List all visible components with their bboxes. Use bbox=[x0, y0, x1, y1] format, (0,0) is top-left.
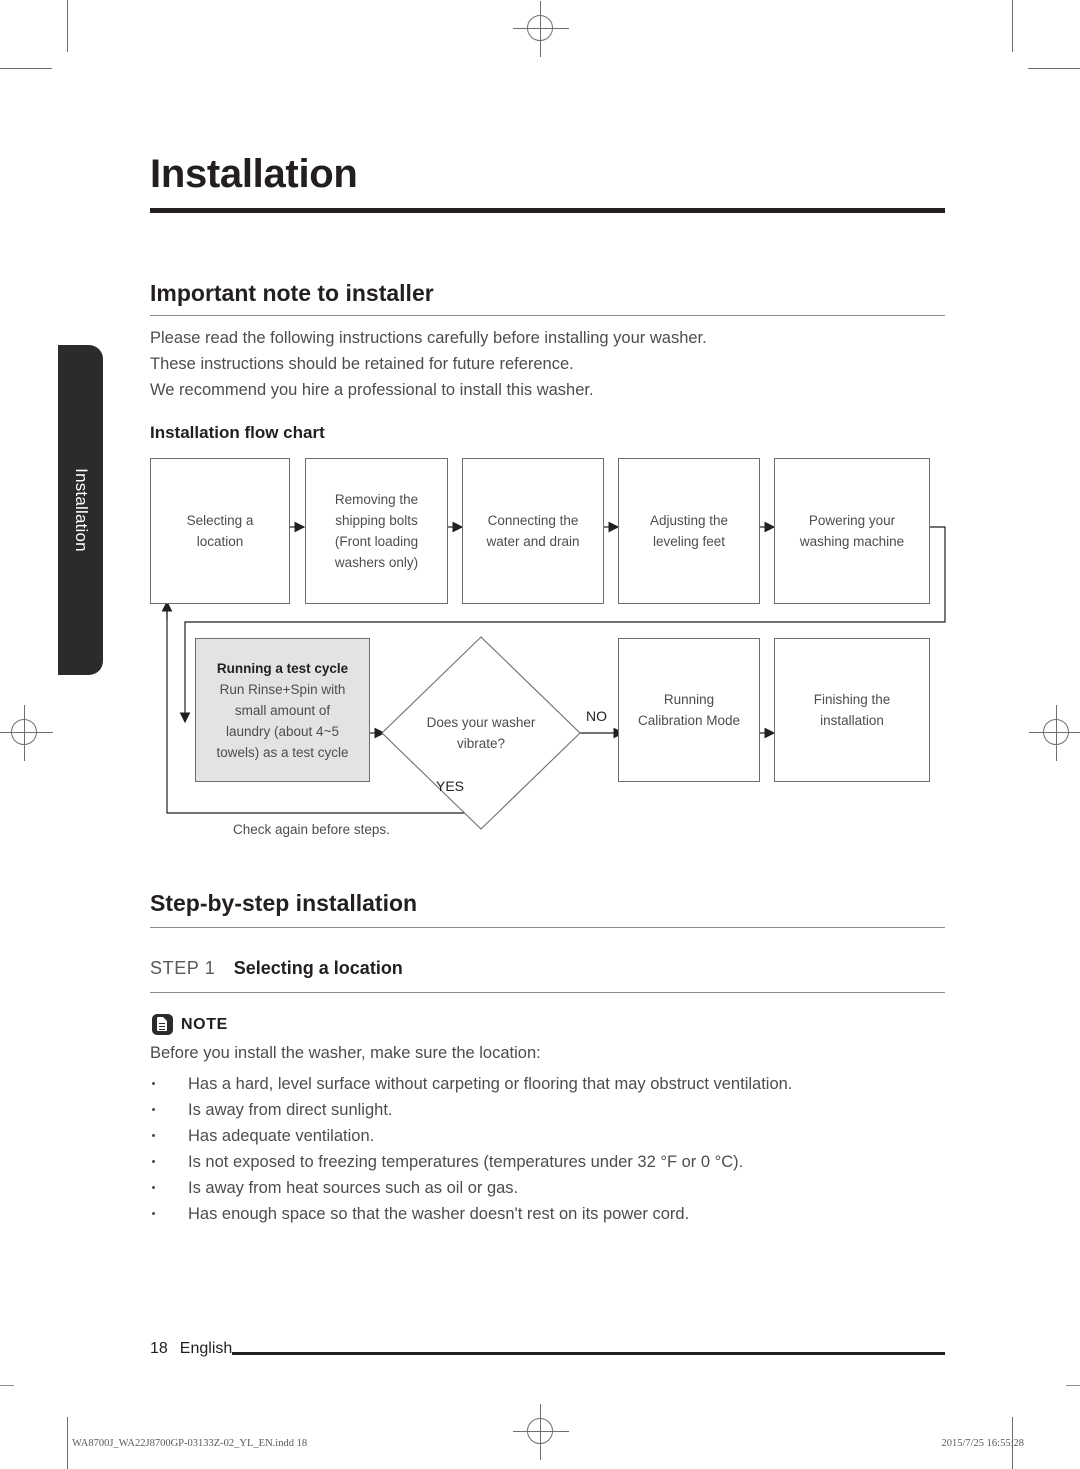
list-item: Is not exposed to freezing temperatures … bbox=[150, 1149, 950, 1175]
flow-box-running-test-cycle-body: Run Rinse+Spin with small amount of laun… bbox=[216, 681, 349, 760]
flow-box-removing-shipping-bolts: Removing the shipping bolts (Front loadi… bbox=[305, 458, 448, 604]
flow-box-running-calibration-mode-label: Running Calibration Mode bbox=[637, 692, 741, 728]
folio-page-number: 18 bbox=[150, 1340, 168, 1357]
flow-box-running-test-cycle: Running a test cycle Run Rinse+Spin with… bbox=[195, 638, 370, 782]
list-item-text: Is not exposed to freezing temperatures … bbox=[188, 1153, 744, 1171]
note-intro-text: Before you install the washer, make sure… bbox=[150, 1044, 541, 1062]
important-note-line-2: These instructions should be retained fo… bbox=[150, 355, 574, 373]
flow-box-connecting-water-drain-label: Connecting the water and drain bbox=[486, 513, 580, 549]
list-item-text: Has a hard, level surface without carpet… bbox=[188, 1075, 793, 1093]
flow-box-running-test-cycle-title: Running a test cycle bbox=[216, 660, 349, 676]
crop-mark-top-left-vertical bbox=[67, 0, 68, 52]
flow-box-adjusting-leveling-feet-label: Adjusting the leveling feet bbox=[649, 513, 729, 549]
flow-decision-label: Does your washer vibrate? bbox=[426, 715, 536, 751]
flow-box-powering-washing-machine-label: Powering your washing machine bbox=[799, 513, 905, 549]
page-folio: 18 English bbox=[150, 1340, 232, 1358]
crop-mark-top-right-vertical bbox=[1012, 0, 1013, 52]
list-item: Has enough space so that the washer does… bbox=[150, 1201, 950, 1227]
important-note-heading: Important note to installer bbox=[150, 280, 434, 306]
flow-box-running-calibration-mode: Running Calibration Mode bbox=[618, 638, 760, 782]
step-title: Selecting a location bbox=[233, 958, 403, 978]
flow-box-finishing-installation: Finishing the installation bbox=[774, 638, 930, 782]
imprint-timestamp: 2015/7/25 16:55:28 bbox=[941, 1438, 1024, 1449]
flow-box-finishing-installation-label: Finishing the installation bbox=[813, 692, 891, 728]
list-item-text: Has adequate ventilation. bbox=[188, 1127, 375, 1145]
important-note-line-3: We recommend you hire a professional to … bbox=[150, 381, 594, 399]
flow-decision-does-washer-vibrate: Does your washer vibrate? bbox=[380, 635, 582, 831]
list-item: Has adequate ventilation. bbox=[150, 1123, 950, 1149]
step-header-rule bbox=[150, 992, 945, 993]
note-header: NOTE bbox=[152, 1014, 228, 1035]
side-index-tab-label: Installation bbox=[71, 468, 91, 552]
registration-mark-right bbox=[1029, 705, 1080, 761]
list-item-text: Has enough space so that the washer does… bbox=[188, 1205, 690, 1223]
note-title: NOTE bbox=[181, 1015, 228, 1033]
flow-box-selecting-location-label: Selecting a location bbox=[186, 513, 254, 549]
flow-box-selecting-location: Selecting a location bbox=[150, 458, 290, 604]
step-number-label: STEP 1 bbox=[150, 958, 216, 978]
registration-mark-left bbox=[0, 705, 53, 761]
side-index-tab: Installation bbox=[58, 345, 103, 675]
flow-branch-label-yes: YES bbox=[436, 778, 465, 794]
crop-mark-top-right-horizontal bbox=[1028, 68, 1080, 69]
registration-mark-top bbox=[513, 1, 569, 57]
step-header: STEP 1 Selecting a location bbox=[150, 958, 403, 979]
list-item: Has a hard, level surface without carpet… bbox=[150, 1071, 950, 1097]
important-note-heading-rule bbox=[150, 315, 945, 316]
flow-box-adjusting-leveling-feet: Adjusting the leveling feet bbox=[618, 458, 760, 604]
note-document-icon bbox=[152, 1014, 173, 1035]
registration-mark-bottom bbox=[513, 1404, 569, 1460]
crop-mark-bottom-left-vertical bbox=[67, 1417, 68, 1469]
location-requirements-list: Has a hard, level surface without carpet… bbox=[150, 1071, 950, 1227]
list-item: Is away from direct sunlight. bbox=[150, 1097, 950, 1123]
important-note-line-1: Please read the following instructions c… bbox=[150, 329, 707, 347]
flow-chart-heading: Installation flow chart bbox=[150, 423, 325, 442]
step-by-step-heading-rule bbox=[150, 927, 945, 928]
installation-flow-chart: Selecting a location Removing the shippi… bbox=[140, 450, 960, 837]
folio-language: English bbox=[179, 1340, 233, 1357]
edge-mark-right bbox=[1066, 1385, 1080, 1386]
list-item-text: Is away from heat sources such as oil or… bbox=[188, 1179, 519, 1197]
imprint-filename: WA8700J_WA22J8700GP-03133Z-02_YL_EN.indd… bbox=[72, 1438, 308, 1449]
folio-rule bbox=[232, 1352, 945, 1355]
list-item-text: Is away from direct sunlight. bbox=[188, 1101, 393, 1119]
step-by-step-heading: Step-by-step installation bbox=[150, 890, 418, 916]
flow-box-removing-shipping-bolts-label: Removing the shipping bolts (Front loadi… bbox=[334, 492, 419, 570]
page-title: Installation bbox=[150, 152, 358, 196]
crop-mark-top-left-horizontal bbox=[0, 68, 52, 69]
edge-mark-left bbox=[0, 1385, 14, 1386]
flow-box-powering-washing-machine: Powering your washing machine bbox=[774, 458, 930, 604]
list-item: Is away from heat sources such as oil or… bbox=[150, 1175, 950, 1201]
page-title-rule bbox=[150, 208, 945, 213]
flow-box-connecting-water-drain: Connecting the water and drain bbox=[462, 458, 604, 604]
flow-branch-label-no: NO bbox=[586, 708, 607, 724]
flow-chart-caption: Check again before steps. bbox=[233, 822, 390, 837]
